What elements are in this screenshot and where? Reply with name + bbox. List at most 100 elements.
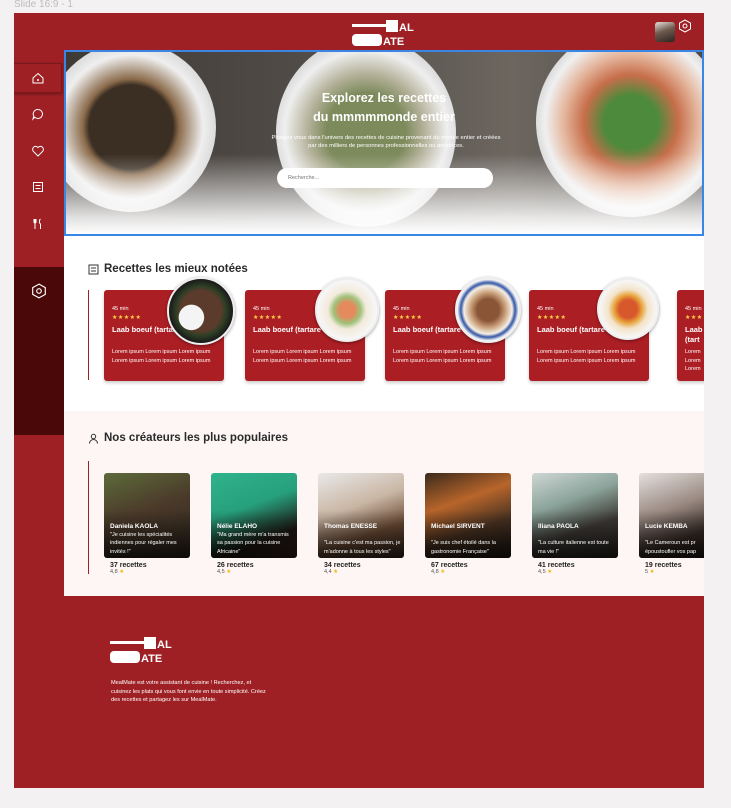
rating-value: 4,4	[324, 569, 332, 575]
section-accent-bar	[88, 461, 89, 574]
top-rated-section: Recettes les mieux notées 45 min ★★★★★ L…	[64, 236, 704, 411]
star-icon: ★	[547, 569, 553, 575]
recipe-count: 26 recettes	[217, 562, 254, 569]
rating-stars: ★★★★★	[112, 315, 142, 321]
recipe-description: Lorem ipsum Lorem ipsum Lorem ipsum Lore…	[253, 349, 352, 364]
section-title: Nos créateurs les plus populaires	[104, 432, 289, 444]
creator-quote: "Ma grand mère m'a transmis sa passion p…	[217, 531, 289, 555]
mealmate-logo[interactable]: AL ATE	[352, 20, 418, 46]
recipe-name: Laab (tart	[685, 325, 703, 344]
svg-text:AL: AL	[157, 639, 172, 651]
recipe-card[interactable]: 45 min ★★★ Laab (tart Lorem Lorem Lorem	[677, 290, 704, 381]
creator-quote: "La cuisine c'est ma passion, je m'adonn…	[324, 540, 401, 555]
recipe-image	[455, 277, 521, 343]
recipe-count: 41 recettes	[538, 562, 575, 569]
creator-rating: 4,8 ★	[110, 569, 190, 575]
rating-value: 5	[645, 569, 649, 575]
recipe-description: Lorem ipsum Lorem ipsum Lorem ipsum Lore…	[393, 349, 492, 364]
mealmate-logo[interactable]: AL ATE	[110, 636, 176, 664]
rating-stars: ★★★	[685, 315, 703, 321]
creator-photo: Michael SIRVENT "Je suis chef étoilé dan…	[425, 473, 511, 558]
recipe-card[interactable]: 45 min ★★★★★ Laab boeuf (tartare thaï) L…	[245, 278, 379, 381]
creator-rating: 4,4 ★	[324, 569, 404, 575]
creator-photo: Daniela KAOLA "Je cuisine les spécialité…	[104, 473, 190, 558]
chat-icon[interactable]	[31, 107, 45, 121]
creator-photo: Lucie KEMBA "Le Cameroun est pr époustou…	[639, 473, 704, 558]
rating-value: 4,8	[110, 569, 118, 575]
hero-title-line1: Explorez les recettes	[321, 91, 447, 105]
star-icon: ★	[649, 569, 655, 575]
hero-title-line2: du mmmmmonde entier	[313, 110, 455, 124]
home-icon[interactable]	[31, 71, 45, 85]
recipe-count: 67 recettes	[431, 562, 468, 569]
popular-creators-section: Nos créateurs les plus populaires Daniel…	[64, 411, 704, 596]
hero-banner: Explorez les recettes du mmmmmonde entie…	[64, 50, 704, 236]
slide-label: Slide 16:9 - 1	[14, 0, 73, 10]
creator-rating: 4,8 ★	[431, 569, 511, 575]
user-icon	[89, 433, 98, 444]
section-title: Recettes les mieux notées	[104, 263, 248, 275]
recipe-book-icon[interactable]	[31, 180, 45, 194]
recipe-description: Lorem Lorem Lorem	[685, 349, 701, 372]
recipe-count: 34 recettes	[324, 562, 361, 569]
recipe-time: 45 min	[393, 306, 410, 312]
rating-value: 4,5	[217, 569, 225, 575]
creator-quote: "Je suis chef étoilé dans la gastronomie…	[431, 540, 496, 555]
settings-icon[interactable]	[31, 283, 47, 299]
creator-rating: 4,5 ★	[538, 569, 618, 575]
star-icon: ★	[119, 569, 125, 575]
search-input[interactable]	[277, 168, 493, 188]
settings-icon[interactable]	[678, 19, 692, 33]
creator-photo: Iliana PAOLA "La culture italienne est t…	[532, 473, 618, 558]
creator-rating: 5 ★	[645, 569, 704, 575]
rating-stars: ★★★★★	[253, 315, 283, 321]
recipe-time: 45 min	[112, 306, 129, 312]
recipe-description: Lorem ipsum Lorem ipsum Lorem ipsum Lore…	[112, 349, 211, 364]
section-accent-bar	[88, 290, 89, 380]
rating-value: 4,8	[431, 569, 439, 575]
creator-name: Nélie ELAHO	[217, 523, 258, 530]
creator-name: Michael SIRVENT	[431, 523, 485, 530]
creator-name: Iliana PAOLA	[538, 523, 579, 530]
hero-subtitle: Plongez vous dans l'univers des recettes…	[271, 135, 501, 149]
recipe-time: 45 min	[537, 306, 554, 312]
creator-card[interactable]: Daniela KAOLA "Je cuisine les spécialité…	[104, 473, 190, 575]
recipe-time: 45 min	[685, 306, 702, 312]
svg-text:ATE: ATE	[383, 36, 404, 46]
recipe-time: 45 min	[253, 306, 270, 312]
cutlery-icon[interactable]	[31, 217, 45, 231]
star-icon: ★	[440, 569, 446, 575]
rating-stars: ★★★★★	[393, 315, 423, 321]
creator-name: Lucie KEMBA	[645, 523, 688, 530]
recipe-card[interactable]: 45 min ★★★★★ Laab boeuf (tartare thaï) L…	[104, 277, 235, 381]
creator-name: Daniela KAOLA	[110, 523, 159, 530]
recipe-image	[597, 278, 659, 340]
creator-quote: "La culture italienne est toute ma vie !…	[538, 540, 609, 555]
recipe-card[interactable]: 45 min ★★★★★ Laab boeuf (tartare thaï) L…	[529, 278, 659, 381]
creator-name: Thomas ENESSE	[324, 523, 378, 530]
creator-quote: "Je cuisine les spécialités indiennes po…	[110, 531, 177, 555]
creator-photo: Thomas ENESSE "La cuisine c'est ma passi…	[318, 473, 404, 558]
recipe-description: Lorem ipsum Lorem ipsum Lorem ipsum Lore…	[537, 349, 636, 364]
creator-card[interactable]: Thomas ENESSE "La cuisine c'est ma passi…	[318, 473, 404, 575]
creator-quote: "Le Cameroun est pr époustoufler vos pap	[645, 540, 697, 555]
creator-photo: Nélie ELAHO "Ma grand mère m'a transmis …	[211, 473, 297, 558]
footer-description: MealMate est votre assistant de cuisine …	[111, 680, 266, 703]
recipe-card[interactable]: 45 min ★★★★★ Laab boeuf (tartare thaï) L…	[385, 277, 521, 381]
rating-stars: ★★★★★	[537, 315, 567, 321]
recipe-image	[315, 278, 379, 342]
hero-fade-overlay	[66, 154, 702, 234]
rating-value: 4,5	[538, 569, 546, 575]
user-avatar[interactable]	[655, 22, 675, 42]
svg-text:AL: AL	[399, 22, 414, 34]
app-frame: AL ATE Explorez les recettes du mmmmmond…	[14, 13, 704, 788]
star-icon: ★	[226, 569, 232, 575]
svg-text:ATE: ATE	[141, 653, 162, 664]
creator-rating: 4,5 ★	[217, 569, 297, 575]
sidebar-settings-panel	[14, 267, 64, 435]
heart-icon[interactable]	[31, 144, 45, 158]
creator-card[interactable]: Nélie ELAHO "Ma grand mère m'a transmis …	[211, 473, 297, 575]
creator-card[interactable]: Iliana PAOLA "La culture italienne est t…	[532, 473, 618, 575]
creator-card[interactable]: Michael SIRVENT "Je suis chef étoilé dan…	[425, 473, 511, 575]
creator-card[interactable]: Lucie KEMBA "Le Cameroun est pr époustou…	[639, 473, 704, 575]
